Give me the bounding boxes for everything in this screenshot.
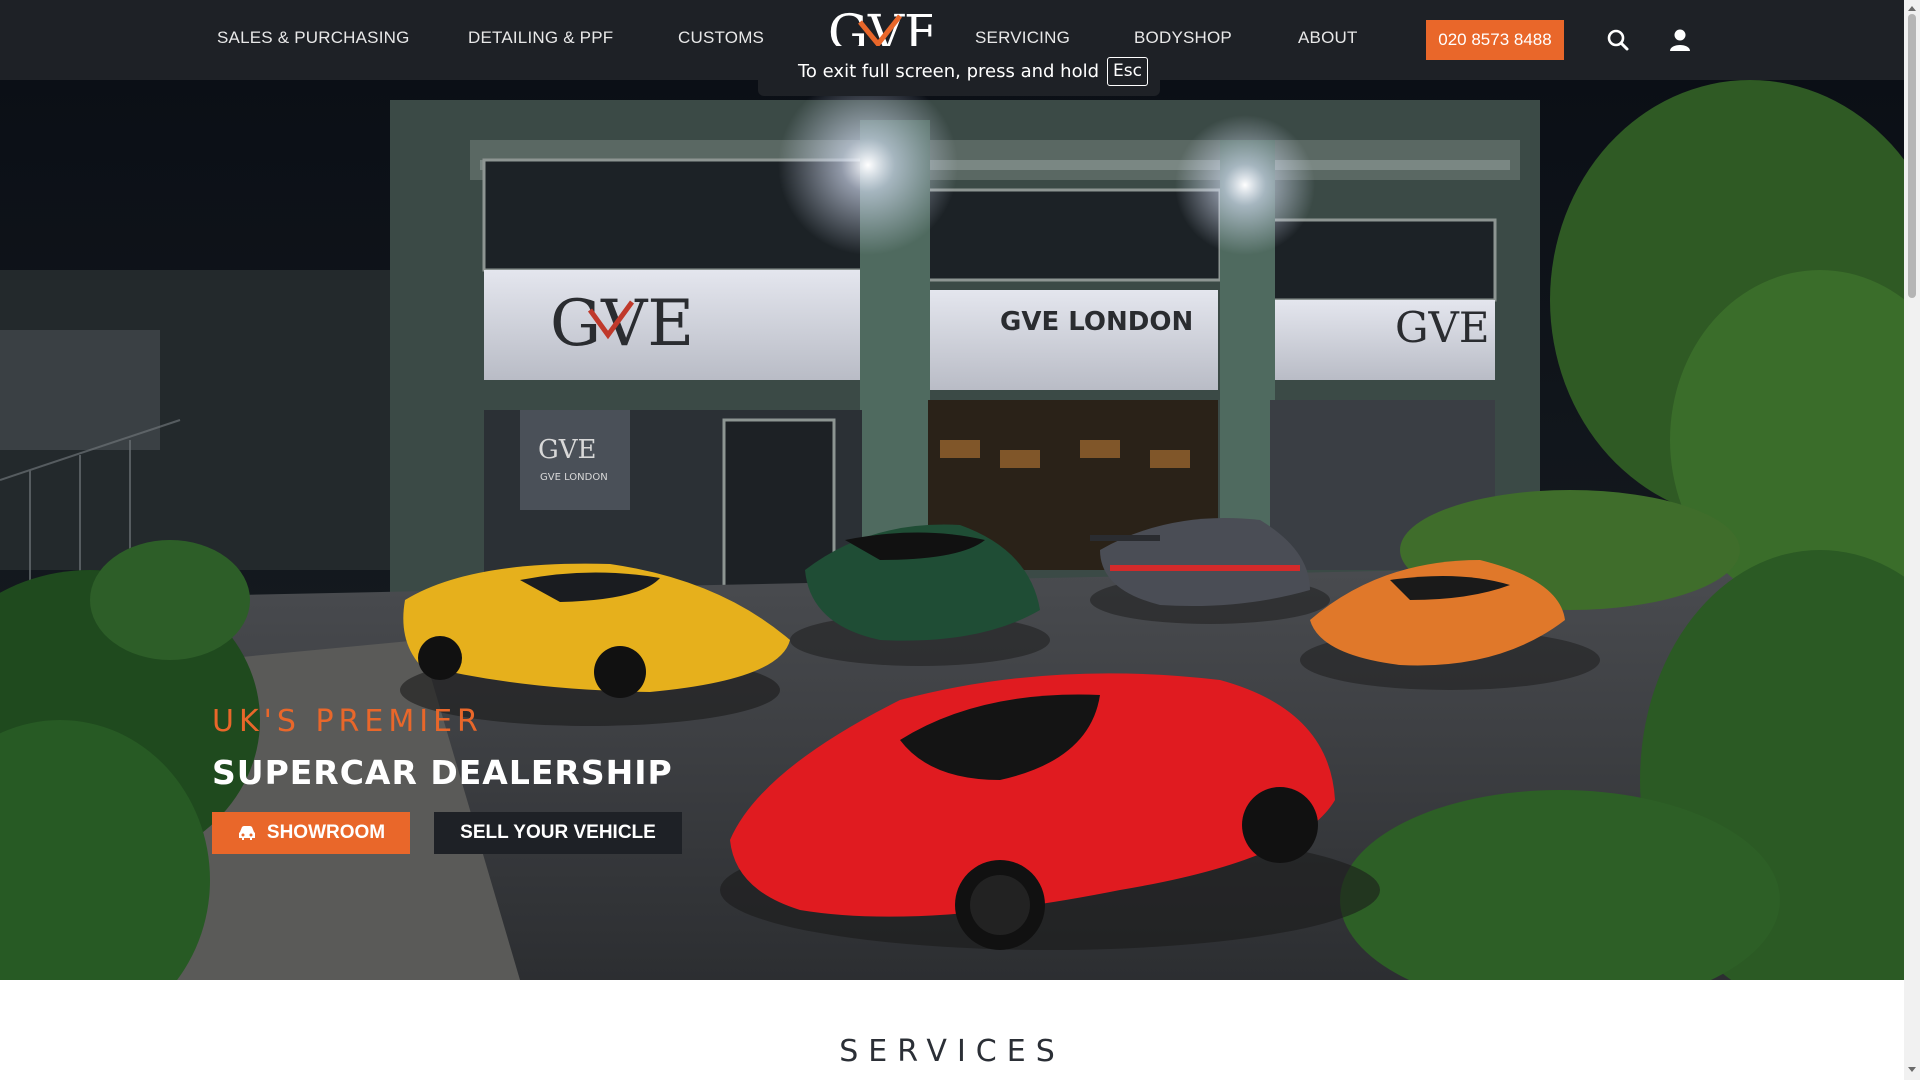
scroll-thumb[interactable] bbox=[1908, 14, 1916, 298]
scroll-up-icon[interactable] bbox=[1907, 4, 1917, 12]
phone-button[interactable]: 020 8573 8488 bbox=[1426, 20, 1564, 60]
nav-detailing-ppf[interactable]: DETAILING & PPF bbox=[468, 28, 613, 48]
fullscreen-notice: To exit full screen, press and hold Esc bbox=[758, 46, 1160, 96]
hero-text-block: UK'S PREMIER SUPERCAR DEALERSHIP SHOWROO… bbox=[212, 704, 682, 854]
nav-bodyshop[interactable]: BODYSHOP bbox=[1134, 28, 1232, 48]
scroll-down-icon[interactable] bbox=[1907, 1066, 1917, 1074]
page-scrollbar[interactable] bbox=[1904, 0, 1920, 1080]
fullscreen-notice-text: To exit full screen, press and hold bbox=[798, 60, 1100, 82]
nav-servicing[interactable]: SERVICING bbox=[975, 28, 1070, 48]
hero-kicker: UK'S PREMIER bbox=[212, 704, 483, 739]
small-sign: GVE LONDON bbox=[540, 472, 608, 483]
svg-text:GVE: GVE bbox=[550, 287, 694, 361]
nav-customs[interactable]: CUSTOMS bbox=[678, 28, 764, 48]
svg-text:GVE: GVE bbox=[538, 435, 597, 465]
hero-title: SUPERCAR DEALERSHIP bbox=[212, 753, 673, 792]
nav-sales-purchasing[interactable]: SALES & PURCHASING bbox=[217, 28, 410, 48]
search-icon[interactable] bbox=[1604, 26, 1632, 54]
nav-about[interactable]: ABOUT bbox=[1298, 28, 1358, 48]
user-icon[interactable] bbox=[1666, 26, 1694, 54]
svg-text:GVE: GVE bbox=[1395, 303, 1490, 352]
showroom-label: SHOWROOM bbox=[266, 822, 386, 843]
services-heading: SERVICES bbox=[839, 1034, 1065, 1069]
hero-banner: GVE LONDON GVE GVE GVE GVE LONDON UK'S P… bbox=[0, 80, 1904, 980]
showroom-button[interactable]: SHOWROOM bbox=[212, 812, 410, 854]
car-icon bbox=[238, 826, 255, 840]
hero-button-row: SHOWROOM SELL YOUR VEHICLE bbox=[212, 812, 682, 854]
esc-key-badge: Esc bbox=[1107, 56, 1148, 86]
sell-vehicle-button[interactable]: SELL YOUR VEHICLE bbox=[434, 812, 682, 854]
building-sign: GVE LONDON bbox=[1000, 307, 1193, 337]
